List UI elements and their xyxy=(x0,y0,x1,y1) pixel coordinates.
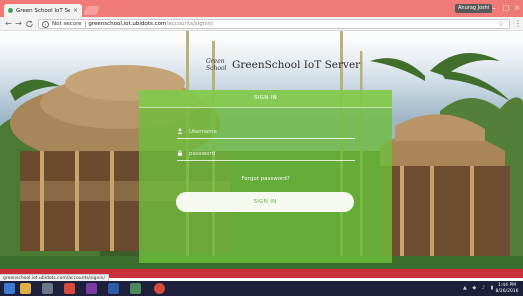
reload-icon[interactable] xyxy=(25,18,34,31)
greenschool-logo: Green School xyxy=(206,58,227,72)
signin-panel: SIGN IN Forgot password? SIGN IN xyxy=(139,90,392,263)
user-icon xyxy=(177,128,183,136)
start-icon[interactable] xyxy=(4,283,15,294)
browser-toolbar: ← → i Not secure greenschool.iot.ubidots… xyxy=(0,17,523,31)
tab-title: Green School IoT Server xyxy=(16,7,70,14)
page-viewport: Green School GreenSchool IoT Server SIGN… xyxy=(0,31,523,278)
username-input[interactable] xyxy=(189,129,339,135)
os-taskbar: ▲ ◆ ♪ ▮ 1:44 PM 8/26/2016 xyxy=(0,281,523,296)
url-host: greenschool.iot.ubidots.com xyxy=(88,21,167,27)
browser-tab[interactable]: Green School IoT Server × xyxy=(4,4,82,17)
bookmark-star-icon[interactable]: ☆ xyxy=(498,20,504,29)
app-icon[interactable] xyxy=(42,283,53,294)
address-url: greenschool.iot.ubidots.com/accounts/sig… xyxy=(88,21,213,27)
forward-arrow-icon[interactable]: → xyxy=(14,18,23,30)
not-secure-label: Not secure xyxy=(52,21,82,27)
password-input[interactable] xyxy=(189,151,339,157)
tab-favicon-icon xyxy=(8,8,13,13)
onenote-icon[interactable] xyxy=(86,283,97,294)
signin-button[interactable]: SIGN IN xyxy=(176,192,354,212)
word-icon[interactable] xyxy=(108,283,119,294)
address-divider xyxy=(84,20,86,28)
forgot-password-link[interactable]: Forgot password? xyxy=(139,176,392,182)
info-icon[interactable]: i xyxy=(42,20,49,28)
system-tray-icons[interactable]: ▲ ◆ ♪ ▮ xyxy=(463,285,495,291)
username-field-row xyxy=(177,126,355,139)
brand-header: Green School GreenSchool IoT Server xyxy=(206,58,360,72)
profile-user-badge[interactable]: Anurag Joshi xyxy=(455,4,493,13)
minimize-icon[interactable]: – xyxy=(488,3,500,13)
lock-icon xyxy=(177,150,183,158)
chrome-active-icon[interactable] xyxy=(154,283,165,294)
address-bar[interactable]: i Not secure greenschool.iot.ubidots.com… xyxy=(38,19,510,29)
browser-menu-icon[interactable]: ⋮ xyxy=(514,18,522,30)
app-icon-2[interactable] xyxy=(130,283,141,294)
site-title: GreenSchool IoT Server xyxy=(232,59,361,71)
file-explorer-icon[interactable] xyxy=(20,283,31,294)
chrome-icon[interactable] xyxy=(64,283,75,294)
signin-panel-header: SIGN IN xyxy=(139,90,392,108)
system-clock[interactable]: 1:44 PM 8/26/2016 xyxy=(494,283,520,294)
url-path: /accounts/signin/ xyxy=(166,21,214,27)
password-field-row xyxy=(177,148,355,161)
clock-date: 8/26/2016 xyxy=(495,288,519,294)
tab-close-icon[interactable]: × xyxy=(73,7,78,14)
browser-title-bar: Green School IoT Server × Anurag Joshi –… xyxy=(0,0,523,17)
window-close-icon[interactable]: × xyxy=(511,3,523,13)
new-tab-button[interactable] xyxy=(83,6,100,15)
back-arrow-icon[interactable]: ← xyxy=(4,18,13,30)
